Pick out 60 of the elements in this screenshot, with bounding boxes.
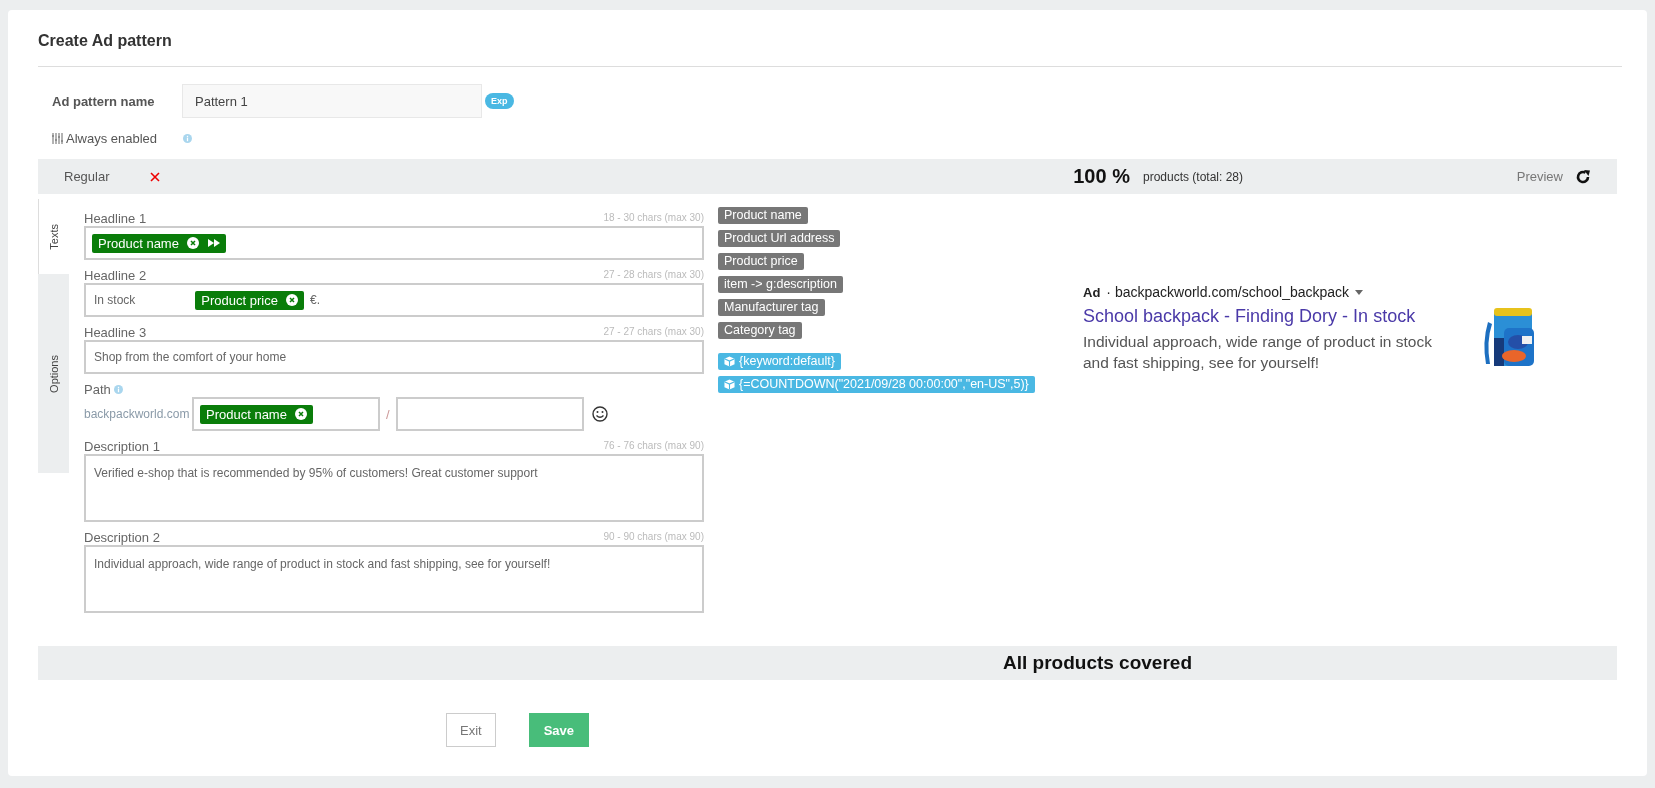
variable-chip[interactable]: Product name xyxy=(200,404,313,424)
products-count: products (total: 28) xyxy=(1142,169,1244,184)
char-counter: 27 - 28 chars (max 30) xyxy=(603,269,704,282)
field-text: Verified e-shop that is recommended by 95% of customers! Great customer support xyxy=(93,466,538,480)
close-icon[interactable] xyxy=(149,171,160,182)
text-field[interactable]: Individual approach, wide range of product in stock and fast shipping, see for yourself! xyxy=(84,545,704,613)
variable-tag[interactable]: Manufacturer tag xyxy=(718,299,825,316)
text-field[interactable]: In stock Product price €. xyxy=(84,283,704,317)
char-counter: 76 - 76 chars (max 90) xyxy=(603,440,704,453)
field-label: Ad pattern name xyxy=(52,93,156,109)
field-label: Description 1 xyxy=(84,439,160,454)
variable-chip[interactable]: Product price xyxy=(195,290,304,310)
sliders-icon xyxy=(52,132,63,144)
field-text: €. xyxy=(308,293,320,307)
ad-description: Individual approach, wide range of product in stock and fast shipping, see for yourself! xyxy=(1083,332,1433,373)
smiley-icon[interactable] xyxy=(591,406,608,422)
cube-icon xyxy=(724,379,735,390)
field-label: Headline 3 xyxy=(84,325,147,340)
char-counter: 27 - 27 chars (max 30) xyxy=(603,326,704,339)
field-label: Headline 2 xyxy=(84,268,147,283)
remove-icon[interactable] xyxy=(186,237,199,249)
char-counter: 18 - 30 chars (max 30) xyxy=(603,212,704,225)
field-label: Headline 1 xyxy=(84,211,147,226)
field-text: Shop from the comfort of your home xyxy=(93,350,287,364)
text-field[interactable]: Shop from the comfort of your home xyxy=(84,340,704,374)
exit-button[interactable]: Exit xyxy=(446,713,496,747)
variable-tag[interactable]: Product Url address xyxy=(718,230,841,247)
coverage-percent: 100 % xyxy=(1073,165,1130,188)
always-enabled-label: Always enabled xyxy=(66,130,158,146)
field-text: Individual approach, wide range of product in stock and fast shipping, see for yourself! xyxy=(93,557,551,571)
fast-forward-icon[interactable] xyxy=(207,239,220,247)
text-field[interactable]: Verified e-shop that is recommended by 95% of customers! Great customer support xyxy=(84,454,704,522)
coverage-text: All products covered xyxy=(1003,652,1192,674)
field-label: Path xyxy=(84,382,111,397)
refresh-icon[interactable] xyxy=(1575,168,1591,185)
field-label: Description 2 xyxy=(84,530,160,545)
page-title: Create Ad pattern xyxy=(38,32,173,51)
text-field[interactable]: Product name xyxy=(84,226,704,260)
path-field[interactable]: Product name xyxy=(192,397,380,431)
variable-tag[interactable]: Category tag xyxy=(718,322,802,339)
variable-chip[interactable]: Product name xyxy=(92,233,226,253)
path-separator: / xyxy=(386,406,390,422)
ad-url: · backpackworld.com/school_backpack xyxy=(1106,284,1350,300)
variable-tag[interactable]: item -> g:description xyxy=(718,276,843,293)
side-tab[interactable]: Options xyxy=(38,274,69,473)
preview-label: Preview xyxy=(1516,169,1563,184)
cube-icon xyxy=(724,356,735,367)
char-counter: 90 - 90 chars (max 90) xyxy=(603,531,704,544)
domain-text: backpackworld.com xyxy=(84,407,191,421)
variable-tag[interactable]: Product price xyxy=(718,253,804,270)
path-field[interactable] xyxy=(395,397,584,431)
variable-tag[interactable]: Product name xyxy=(718,207,808,224)
ad-label: Ad xyxy=(1083,284,1101,300)
field-text: In stock xyxy=(93,293,136,307)
pattern-name-field[interactable]: Pattern 1 xyxy=(182,84,482,118)
remove-icon[interactable] xyxy=(285,294,298,306)
ad-headline[interactable]: School backpack - Finding Dory - In stock xyxy=(1083,306,1458,327)
caret-icon xyxy=(1355,289,1364,295)
pattern-name[interactable]: Regular xyxy=(64,169,110,184)
remove-icon[interactable] xyxy=(294,408,307,420)
